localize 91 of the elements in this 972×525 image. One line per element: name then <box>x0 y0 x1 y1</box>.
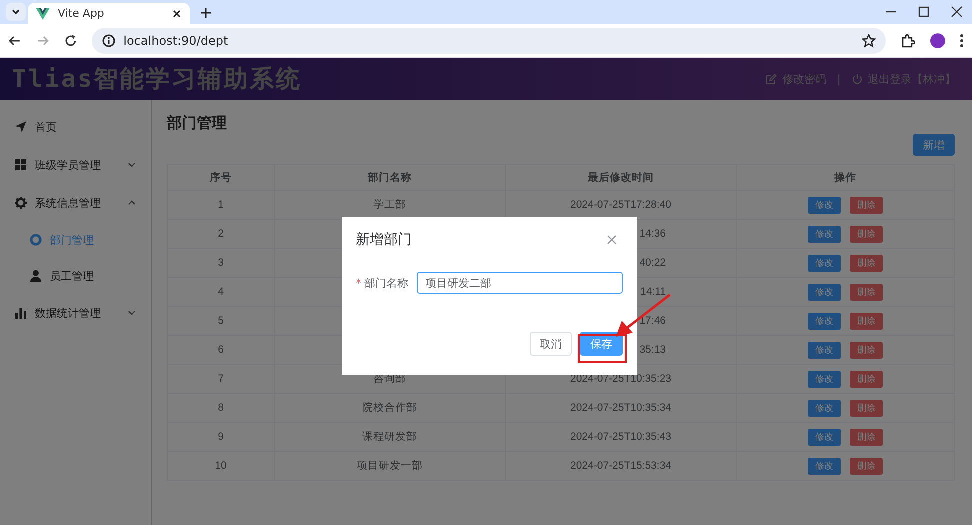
table-cell: 课程研发部 <box>362 431 418 443</box>
maximize-icon[interactable] <box>918 6 930 18</box>
table-cell: 14:11 <box>640 286 666 298</box>
edit-button[interactable]: 修改 <box>808 312 841 330</box>
paper-plane-icon <box>15 121 27 133</box>
puzzle-icon[interactable] <box>900 32 916 48</box>
power-icon <box>852 74 863 84</box>
table-cell: 学工部 <box>374 199 406 211</box>
menu-item[interactable]: 首页 <box>0 108 151 146</box>
table-cell: 3 <box>218 257 224 269</box>
table-cell: 35:13 <box>640 344 666 356</box>
table-cell: 9 <box>218 431 224 443</box>
info-icon <box>102 34 116 48</box>
avatar-icon[interactable] <box>930 32 946 48</box>
table-cell: 10 <box>215 460 227 472</box>
reload-icon[interactable] <box>64 34 78 48</box>
table-cell: 2024-07-25T17:28:40 <box>570 199 672 211</box>
table-cell: 7 <box>218 373 224 385</box>
column-header: 操作 <box>736 164 954 190</box>
new-tab-icon[interactable] <box>200 7 212 19</box>
table-cell: 14:36 <box>640 228 666 240</box>
table-cell: 2024-07-25T10:35:34 <box>570 402 672 414</box>
column-header: 序号 <box>168 164 274 190</box>
close-icon[interactable] <box>172 8 182 18</box>
menu-item[interactable]: 员工管理 <box>0 258 151 294</box>
edit-button[interactable]: 修改 <box>808 284 841 300</box>
table-cell: 1 <box>218 199 224 211</box>
add-button[interactable]: 新增 <box>913 134 955 156</box>
highlight-box <box>578 334 627 363</box>
gear-icon <box>15 197 27 209</box>
table-cell: 项目研发一部 <box>357 460 423 472</box>
field-label: 部门名称 <box>364 276 408 290</box>
delete-button[interactable]: 删除 <box>850 254 883 272</box>
menu-item[interactable]: 数据统计管理 <box>0 294 151 332</box>
edit-button[interactable]: 修改 <box>808 370 841 388</box>
tab-list-button[interactable] <box>6 3 26 21</box>
back-icon[interactable] <box>8 34 22 48</box>
more-icon[interactable] <box>960 34 964 48</box>
cancel-button[interactable]: 取消 <box>530 332 572 356</box>
column-header: 部门名称 <box>274 164 506 190</box>
table-cell: 40:22 <box>640 257 666 269</box>
menu-item[interactable]: 班级学员管理 <box>0 146 151 184</box>
delete-button[interactable]: 删除 <box>850 312 883 330</box>
chevron-down-icon <box>127 308 137 318</box>
table-cell: 院校合作部 <box>362 402 418 414</box>
separator: | <box>837 72 841 86</box>
input-field[interactable]: 项目研发二部 <box>416 272 623 294</box>
bar-chart-icon <box>15 307 27 319</box>
browser-tab[interactable]: Vite App <box>28 3 190 24</box>
edit-button[interactable]: 修改 <box>808 196 841 214</box>
menu-item[interactable]: 系统信息管理 <box>0 184 151 222</box>
table-cell: 2 <box>218 228 224 240</box>
table-cell: 2024-07-25T10:35:23 <box>570 373 672 385</box>
page-title: 部门管理 <box>167 114 228 134</box>
delete-button[interactable]: 删除 <box>850 458 883 474</box>
edit-icon <box>766 74 778 84</box>
grid-icon <box>15 159 27 171</box>
edit-button[interactable]: 修改 <box>808 226 841 242</box>
delete-button[interactable]: 删除 <box>850 342 883 358</box>
chevron-down-icon <box>127 160 137 170</box>
menu-item[interactable]: 部门管理 <box>0 222 151 258</box>
v-logo-icon <box>36 8 50 20</box>
person-icon <box>30 270 42 282</box>
star-icon[interactable] <box>862 34 876 48</box>
delete-button[interactable]: 删除 <box>850 226 883 242</box>
delete-button[interactable]: 删除 <box>850 370 883 388</box>
delete-button[interactable]: 删除 <box>850 428 883 446</box>
dialog-title: 新增部门 <box>356 231 412 249</box>
edit-button[interactable]: 修改 <box>808 254 841 272</box>
delete-button[interactable]: 删除 <box>850 284 883 300</box>
table-cell: 17:46 <box>640 315 666 327</box>
delete-button[interactable]: 删除 <box>850 196 883 214</box>
edit-button[interactable]: 修改 <box>808 400 841 416</box>
table-cell: 5 <box>218 315 224 327</box>
address-field[interactable]: localhost:90/dept <box>92 28 886 54</box>
column-header: 最后修改时间 <box>506 164 736 190</box>
save-button[interactable]: 保存 <box>580 332 623 356</box>
forward-icon <box>36 34 50 48</box>
table-cell: 2024-07-25T10:35:43 <box>570 431 672 443</box>
tab-title: Vite App <box>58 7 106 20</box>
chevron-down-icon <box>11 7 21 17</box>
edit-button[interactable]: 修改 <box>808 342 841 358</box>
close-icon[interactable] <box>951 6 963 18</box>
edit-button[interactable]: 修改 <box>808 428 841 446</box>
table-cell: 2024-07-25T15:53:34 <box>570 460 672 472</box>
delete-button[interactable]: 删除 <box>850 400 883 416</box>
edit-button[interactable]: 修改 <box>808 458 841 474</box>
table-cell: 8 <box>218 402 224 414</box>
table-cell: 4 <box>218 286 224 298</box>
table-cell: 6 <box>218 344 224 356</box>
required-mark: * <box>356 276 362 290</box>
